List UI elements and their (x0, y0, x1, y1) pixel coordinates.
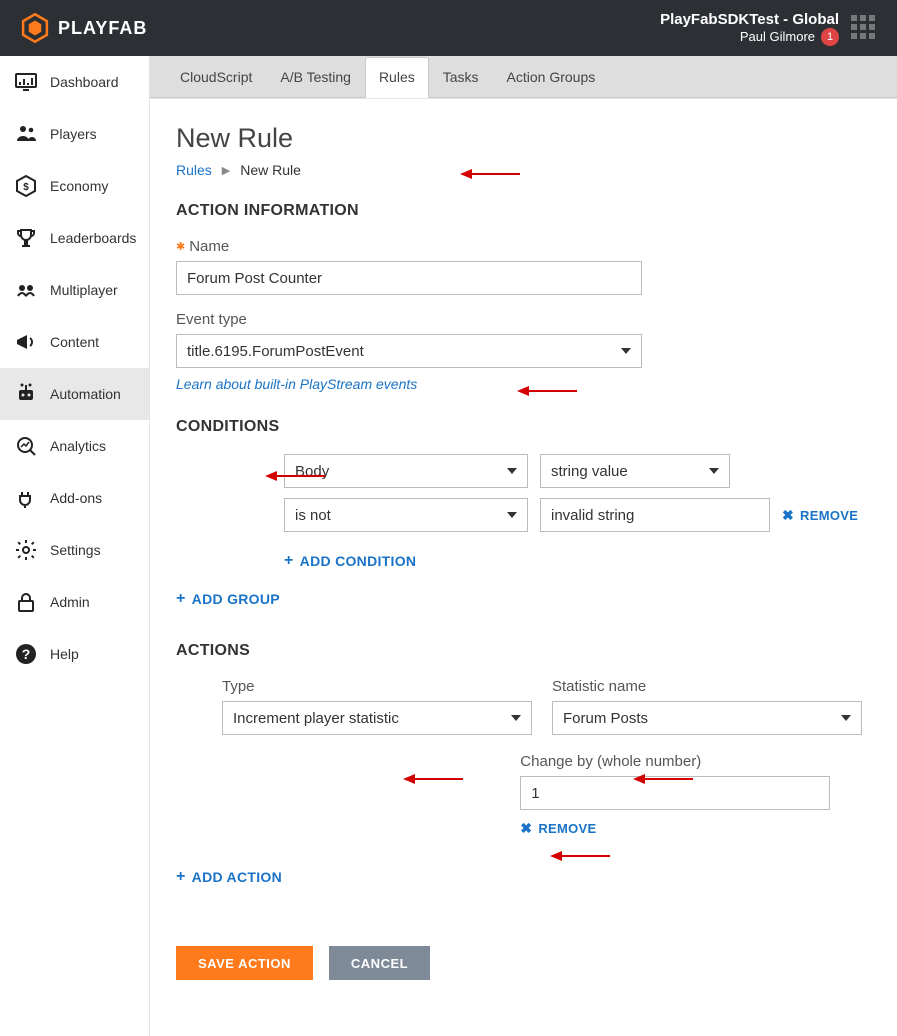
trophy-icon (14, 226, 38, 250)
statistic-name-select[interactable]: Forum Posts (552, 701, 862, 735)
sidebar-item-multiplayer[interactable]: Multiplayer (0, 264, 149, 316)
economy-icon: $ (14, 174, 38, 198)
section-actions-heading: ACTIONS (176, 642, 871, 660)
sidebar-item-label: Admin (50, 594, 90, 610)
sidebar-item-automation[interactable]: Automation (0, 368, 149, 420)
add-condition-button[interactable]: + ADD CONDITION (284, 552, 416, 570)
brand-text: PLAYFAB (58, 18, 147, 39)
tab-abtesting[interactable]: A/B Testing (266, 57, 365, 98)
action-type-label: Type (222, 678, 532, 695)
tab-tasks[interactable]: Tasks (429, 57, 493, 98)
app-switcher-icon[interactable] (851, 15, 877, 41)
workspace-title[interactable]: PlayFabSDKTest - Global (660, 11, 839, 28)
chevron-right-icon: ▶ (222, 164, 230, 177)
lock-icon (14, 590, 38, 614)
robot-icon (14, 382, 38, 406)
condition-row: Body string value (284, 454, 871, 488)
analytics-icon (14, 434, 38, 458)
sidebar-item-label: Economy (50, 178, 108, 194)
breadcrumb-current: New Rule (240, 162, 301, 178)
sidebar-item-content[interactable]: Content (0, 316, 149, 368)
action-type-select[interactable]: Increment player statistic (222, 701, 532, 735)
name-label: Name (176, 238, 871, 255)
header-right: PlayFabSDKTest - Global Paul Gilmore 1 (660, 11, 877, 46)
sidebar-item-label: Analytics (50, 438, 106, 454)
event-type-select[interactable]: title.6195.ForumPostEvent (176, 334, 642, 368)
sidebar-item-label: Players (50, 126, 97, 142)
plus-icon: + (176, 590, 186, 608)
close-icon: ✖ (782, 507, 794, 524)
playfab-logo-icon (20, 13, 50, 43)
section-conditions-heading: CONDITIONS (176, 418, 871, 436)
remove-action-button[interactable]: ✖ REMOVE (520, 820, 596, 837)
sidebar-item-label: Help (50, 646, 79, 662)
condition-value-input[interactable] (540, 498, 770, 532)
name-input[interactable] (176, 261, 642, 295)
event-type-label: Event type (176, 311, 871, 328)
multiplayer-icon (14, 278, 38, 302)
tab-rules[interactable]: Rules (365, 57, 429, 98)
condition-field-select[interactable]: Body (284, 454, 528, 488)
breadcrumb-root[interactable]: Rules (176, 162, 212, 178)
plug-icon (14, 486, 38, 510)
statistic-name-label: Statistic name (552, 678, 862, 695)
tab-cloudscript[interactable]: CloudScript (166, 57, 266, 98)
players-icon (14, 122, 38, 146)
sidebar-item-settings[interactable]: Settings (0, 524, 149, 576)
sidebar-item-admin[interactable]: Admin (0, 576, 149, 628)
plus-icon: + (284, 552, 294, 570)
gear-icon (14, 538, 38, 562)
sidebar-item-players[interactable]: Players (0, 108, 149, 160)
sidebar-item-label: Leaderboards (50, 230, 136, 246)
sidebar-item-label: Content (50, 334, 99, 350)
sidebar-item-label: Settings (50, 542, 101, 558)
cancel-button[interactable]: CANCEL (329, 946, 430, 980)
top-header: PLAYFAB PlayFabSDKTest - Global Paul Gil… (0, 0, 897, 56)
section-action-info-heading: ACTION INFORMATION (176, 202, 871, 220)
svg-text:$: $ (23, 182, 29, 193)
brand-logo[interactable]: PLAYFAB (20, 13, 147, 43)
add-group-button[interactable]: + ADD GROUP (176, 590, 280, 608)
add-action-button[interactable]: + ADD ACTION (176, 868, 282, 886)
page-title: New Rule (176, 123, 871, 154)
sidebar-item-leaderboards[interactable]: Leaderboards (0, 212, 149, 264)
svg-text:?: ? (22, 646, 31, 662)
condition-operator-select[interactable]: is not (284, 498, 528, 532)
sidebar-item-label: Add-ons (50, 490, 102, 506)
condition-type-select[interactable]: string value (540, 454, 730, 488)
sidebar-nav: Dashboard Players $ Economy Leaderboards… (0, 56, 150, 1036)
sidebar-item-economy[interactable]: $ Economy (0, 160, 149, 212)
help-icon: ? (14, 642, 38, 666)
change-by-label: Change by (whole number) (520, 753, 871, 770)
plus-icon: + (176, 868, 186, 886)
condition-row: is not ✖ REMOVE (284, 498, 871, 532)
dashboard-icon (14, 70, 38, 94)
save-action-button[interactable]: SAVE ACTION (176, 946, 313, 980)
page-content: New Rule Rules ▶ New Rule ACTION INFORMA… (150, 98, 897, 1036)
sidebar-item-help[interactable]: ? Help (0, 628, 149, 680)
remove-condition-button[interactable]: ✖ REMOVE (782, 507, 858, 524)
tabs-bar: CloudScript A/B Testing Rules Tasks Acti… (150, 56, 897, 98)
notification-badge[interactable]: 1 (821, 28, 839, 46)
user-name[interactable]: Paul Gilmore (740, 29, 815, 44)
playstream-help-link[interactable]: Learn about built-in PlayStream events (176, 376, 417, 392)
annotation-arrow (550, 848, 610, 864)
sidebar-item-label: Dashboard (50, 74, 119, 90)
annotation-arrow (517, 383, 577, 399)
breadcrumb: Rules ▶ New Rule (176, 162, 871, 178)
tab-actiongroups[interactable]: Action Groups (493, 57, 610, 98)
sidebar-item-label: Multiplayer (50, 282, 118, 298)
sidebar-item-addons[interactable]: Add-ons (0, 472, 149, 524)
change-by-input[interactable] (520, 776, 830, 810)
sidebar-item-analytics[interactable]: Analytics (0, 420, 149, 472)
close-icon: ✖ (520, 820, 532, 837)
megaphone-icon (14, 330, 38, 354)
sidebar-item-dashboard[interactable]: Dashboard (0, 56, 149, 108)
sidebar-item-label: Automation (50, 386, 121, 402)
